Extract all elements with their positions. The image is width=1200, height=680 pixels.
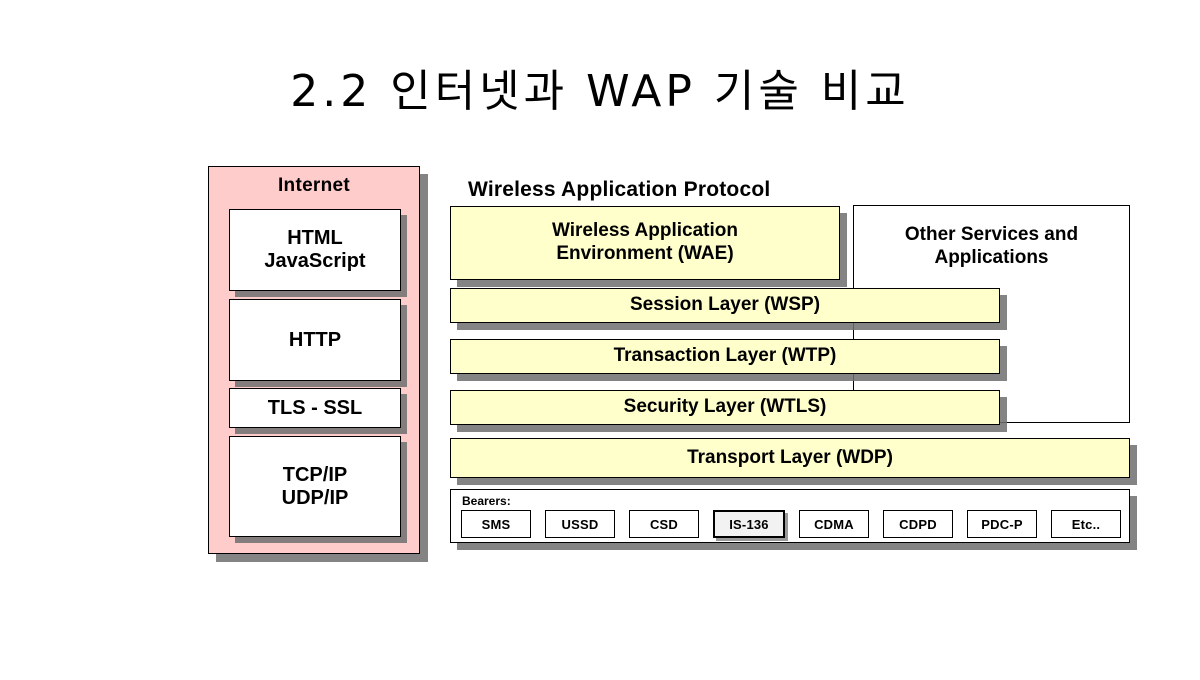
wap-layer-label: Transport Layer (WDP) xyxy=(687,446,893,468)
wap-layer-label: Wireless Application Environment (WAE) xyxy=(551,220,738,264)
wap-layer-wtp: Transaction Layer (WTP) xyxy=(450,339,1000,374)
bearer-chip-label: CDMA xyxy=(814,516,854,532)
internet-layer-tls-ssl: TLS - SSL xyxy=(229,388,401,428)
bearer-chip-label: Etc.. xyxy=(1071,516,1101,532)
bearer-chip-label: IS-136 xyxy=(729,516,769,532)
wap-layer-wsp: Session Layer (WSP) xyxy=(450,288,1000,323)
bearer-chip-csd: CSD xyxy=(629,510,699,538)
bearer-chip-label: USSD xyxy=(561,516,599,532)
bearer-chip-pdc-p: PDC-P xyxy=(967,510,1037,538)
internet-layer-tcpip-udpip: TCP/IP UDP/IP xyxy=(229,436,401,537)
bearer-chip-ussd: USSD xyxy=(545,510,615,538)
internet-layer-label: HTML JavaScript xyxy=(264,227,366,272)
internet-layer-label: HTTP xyxy=(288,328,342,351)
internet-stack-panel: Internet HTML JavaScript HTTP TLS - SSL T… xyxy=(208,166,420,554)
internet-layer-http: HTTP xyxy=(229,299,401,381)
page-title: 2.2 인터넷과 WAP 기술 비교 xyxy=(290,66,910,117)
bearer-chip-sms: SMS xyxy=(461,510,531,538)
wap-layer-wdp: Transport Layer (WDP) xyxy=(450,438,1130,478)
wap-layer-label: Transaction Layer (WTP) xyxy=(613,345,837,367)
internet-layer-label: TLS - SSL xyxy=(267,396,363,419)
bearer-chip-label: CDPD xyxy=(899,516,937,532)
internet-layer-html-javascript: HTML JavaScript xyxy=(229,209,401,291)
internet-layer-label: TCP/IP UDP/IP xyxy=(281,463,349,509)
bearer-chip-label: PDC-P xyxy=(981,516,1023,532)
other-services-label: Other Services and Applications xyxy=(904,224,1079,268)
wap-layer-wae: Wireless Application Environment (WAE) xyxy=(450,206,840,280)
bearer-chip-etc: Etc.. xyxy=(1051,510,1121,538)
bearers-panel: Bearers: SMS USSD CSD IS-136 CDMA CDPD PDC-P Et… xyxy=(450,489,1130,543)
wap-layer-wtls: Security Layer (WTLS) xyxy=(450,390,1000,425)
bearer-chip-cdma: CDMA xyxy=(799,510,869,538)
internet-panel-title: Internet xyxy=(277,175,351,196)
bearer-chip-label: CSD xyxy=(649,516,679,532)
wap-layer-label: Security Layer (WTLS) xyxy=(623,396,827,418)
wap-layer-label: Session Layer (WSP) xyxy=(629,294,821,316)
wap-section-heading: Wireless Application Protocol xyxy=(468,178,771,201)
bearers-label: Bearers: xyxy=(462,494,511,508)
bearers-list: SMS USSD CSD IS-136 CDMA CDPD PDC-P Etc.. xyxy=(461,510,1121,538)
bearer-chip-label: SMS xyxy=(481,516,511,532)
bearer-chip-cdpd: CDPD xyxy=(883,510,953,538)
bearer-chip-is-136: IS-136 xyxy=(713,510,785,538)
